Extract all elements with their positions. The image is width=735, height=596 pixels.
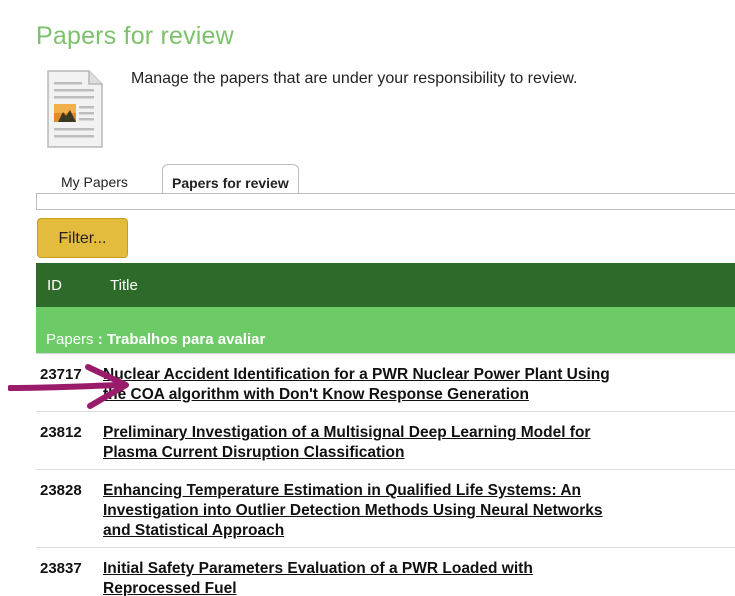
column-header-id[interactable]: ID [47,277,62,294]
paper-id: 23812 [40,424,82,441]
tab-content-strip [36,193,735,210]
table-header: ID Title [36,263,735,307]
group-separator: : [93,331,107,348]
paper-id: 23837 [40,560,82,577]
column-header-title[interactable]: Title [110,277,138,294]
table-row: 23812 Preliminary Investigation of a Mul… [36,412,735,470]
group-name: Trabalhos para avaliar [106,331,266,348]
paper-title-link[interactable]: the COA algorithm with Don't Know Respon… [103,385,735,405]
group-label: Papers : Trabalhos para avaliar [46,331,265,348]
group-row: Papers : Trabalhos para avaliar [36,307,735,353]
table-row: 23828 Enhancing Temperature Estimation i… [36,470,735,548]
page: Papers for review Manage the papers that… [0,0,735,596]
page-description: Manage the papers that are under your re… [131,70,578,87]
tab-papers-for-review[interactable]: Papers for review [162,164,299,194]
table-row: 23837 Initial Safety Parameters Evaluati… [36,548,735,596]
paper-title-link[interactable]: Enhancing Temperature Estimation in Qual… [103,481,735,501]
document-icon [47,70,103,148]
group-prefix: Papers [46,331,94,348]
table-row: 23717 Nuclear Accident Identification fo… [36,354,735,412]
paper-title-link[interactable]: Preliminary Investigation of a Multisign… [103,423,735,443]
tab-bar: My Papers Papers for review [36,163,735,194]
paper-id: 23717 [40,366,82,383]
paper-title-link[interactable]: Initial Safety Parameters Evaluation of … [103,559,735,579]
filter-button[interactable]: Filter... [37,218,128,258]
paper-title-link[interactable]: Reprocessed Fuel [103,579,735,596]
page-title: Papers for review [36,22,234,50]
paper-title-link[interactable]: Nuclear Accident Identification for a PW… [103,365,735,385]
paper-id: 23828 [40,482,82,499]
paper-title-link[interactable]: Plasma Current Disruption Classification [103,443,735,463]
paper-title-link[interactable]: Investigation into Outlier Detection Met… [103,501,735,521]
paper-list: 23717 Nuclear Accident Identification fo… [36,353,735,596]
paper-title-link[interactable]: and Statistical Approach [103,521,735,541]
tab-my-papers[interactable]: My Papers [61,163,128,193]
